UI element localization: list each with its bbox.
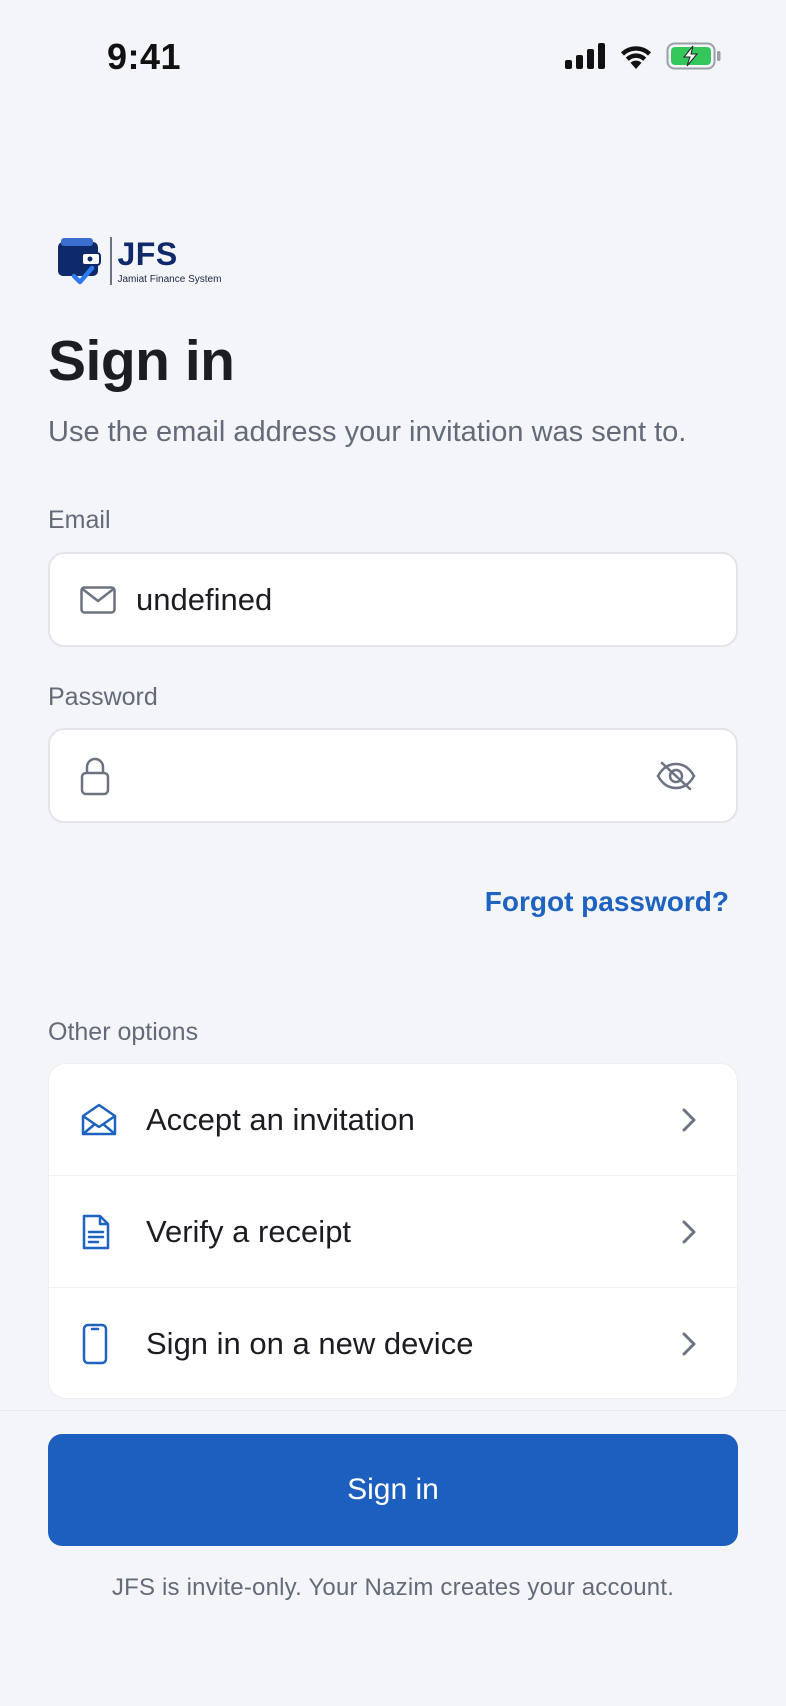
email-field[interactable]: undefined bbox=[48, 552, 738, 647]
phone-icon bbox=[81, 1323, 109, 1365]
logo-text: JFS Jamiat Finance System bbox=[118, 238, 222, 285]
password-input[interactable] bbox=[136, 745, 646, 806]
email-value[interactable]: undefined bbox=[136, 582, 272, 618]
eye-off-icon[interactable] bbox=[656, 761, 696, 791]
logo-subtitle: Jamiat Finance System bbox=[117, 273, 222, 285]
sign-in-button-label: Sign in bbox=[347, 1473, 439, 1506]
wallet-check-icon bbox=[58, 238, 101, 285]
chevron-right-icon bbox=[681, 1331, 697, 1357]
document-icon bbox=[81, 1213, 111, 1251]
battery-charging-icon bbox=[666, 42, 721, 70]
status-icons bbox=[564, 42, 722, 70]
lock-icon bbox=[80, 756, 110, 796]
jfs-logo: JFS Jamiat Finance System bbox=[56, 236, 221, 286]
option-accept-invitation[interactable]: Accept an invitation bbox=[49, 1064, 737, 1176]
chevron-right-icon bbox=[681, 1219, 697, 1245]
bottom-divider bbox=[0, 1410, 786, 1411]
email-label: Email bbox=[48, 506, 111, 534]
other-options-list: Accept an invitation Verify a receipt Si… bbox=[48, 1063, 738, 1399]
envelope-open-icon bbox=[81, 1103, 117, 1137]
footer-note: JFS is invite-only. Your Nazim creates y… bbox=[111, 1574, 675, 1601]
option-label: Accept an invitation bbox=[146, 1101, 415, 1137]
password-label: Password bbox=[48, 683, 158, 711]
option-label: Verify a receipt bbox=[146, 1213, 352, 1249]
cellular-signal-icon bbox=[565, 43, 605, 69]
forgot-password-link[interactable]: Forgot password? bbox=[485, 886, 729, 918]
wifi-icon bbox=[621, 46, 651, 69]
page-subtitle: Use the email address your invitation wa… bbox=[48, 416, 687, 448]
status-time: 9:41 bbox=[107, 36, 182, 77]
page-title: Sign in bbox=[48, 329, 235, 393]
option-verify-receipt[interactable]: Verify a receipt bbox=[49, 1176, 737, 1288]
chevron-right-icon bbox=[681, 1107, 697, 1133]
password-field[interactable] bbox=[48, 728, 738, 823]
option-label: Sign in on a new device bbox=[146, 1326, 474, 1361]
sign-in-button[interactable]: Sign in bbox=[48, 1434, 738, 1546]
mail-icon bbox=[80, 585, 116, 614]
logo-divider bbox=[110, 237, 112, 285]
other-options-label: Other options bbox=[48, 1018, 199, 1046]
sign-in-screen: 9:41 JFS Jamiat Finance System Sign in U… bbox=[0, 0, 786, 1706]
logo-title: JFS bbox=[117, 235, 178, 272]
option-sign-in-new-device[interactable]: Sign in on a new device bbox=[49, 1288, 737, 1398]
